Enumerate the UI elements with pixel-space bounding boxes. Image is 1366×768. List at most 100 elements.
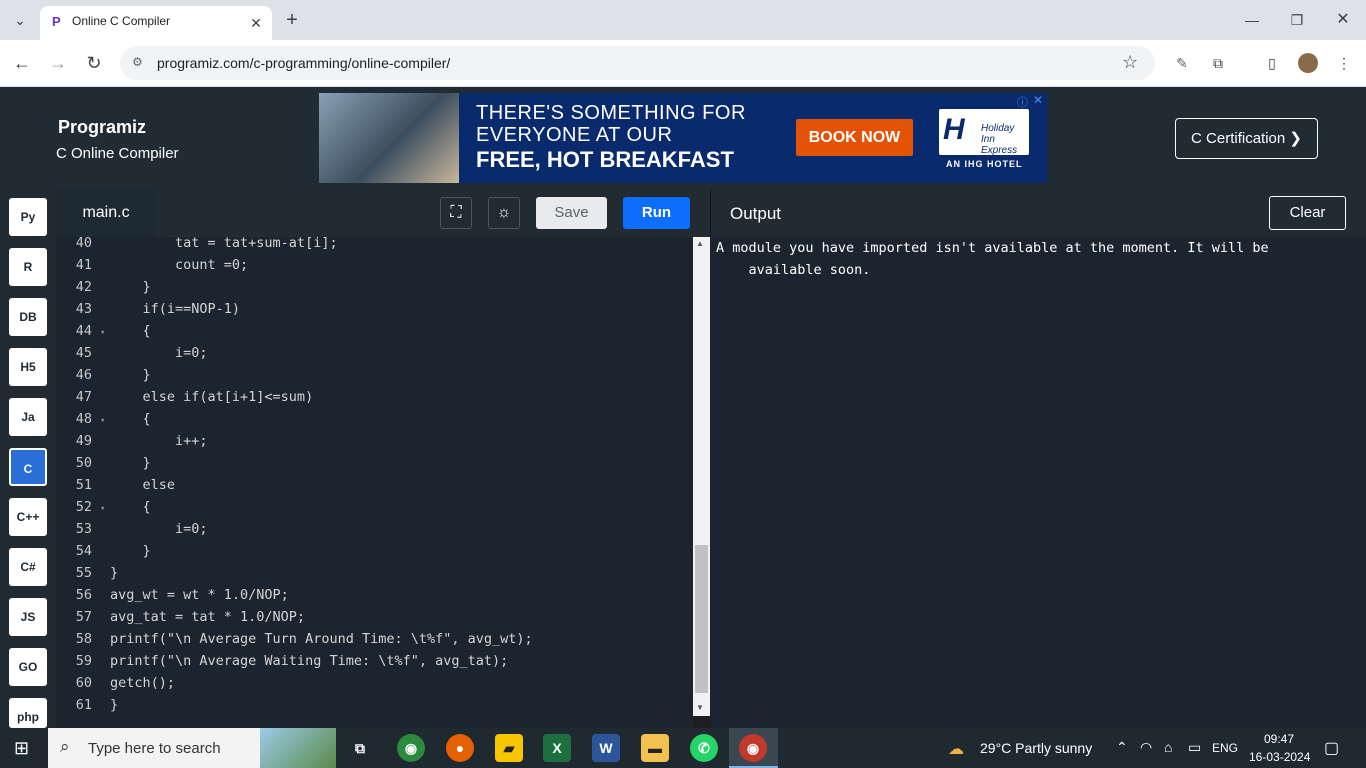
c-icon[interactable]: C [9, 448, 47, 486]
output-toolbar: Output Clear [710, 189, 1366, 237]
url-text[interactable]: programiz.com/c-programming/online-compi… [157, 55, 450, 71]
bookmark-star-icon[interactable]: ☆ [1122, 52, 1138, 73]
python-icon[interactable]: Py [9, 198, 47, 236]
editor-scrollbar[interactable]: ▲ ▼ [693, 237, 710, 716]
code-text: { [110, 411, 151, 427]
reload-icon[interactable]: ↻ [82, 51, 106, 75]
output-title: Output [730, 204, 782, 223]
save-button[interactable]: Save [536, 197, 607, 229]
code-line[interactable]: 57 avg_tat = tat * 1.0/NOP; [56, 606, 693, 628]
theme-toggle-icon[interactable]: ☼ [488, 197, 520, 229]
code-line[interactable]: 53 i=0; [56, 518, 693, 540]
code-line[interactable]: 48 ▾ { [56, 408, 693, 430]
site-info-icon[interactable]: ⚙ [132, 55, 143, 69]
code-line[interactable]: 58 printf("\n Average Turn Around Time: \… [56, 628, 693, 650]
code-line[interactable]: 45 i=0; [56, 342, 693, 364]
windows-start-icon[interactable]: ⊞ [14, 738, 29, 759]
php-icon[interactable]: php [9, 698, 47, 728]
ad-headline-bold: FREE, HOT BREAKFAST [476, 147, 734, 172]
java-icon[interactable]: Ja [9, 398, 47, 436]
code-line[interactable]: 47 else if(at[i+1]<=sum) [56, 386, 693, 408]
forward-icon[interactable]: → [46, 51, 70, 75]
weather-icon[interactable]: ☁ [948, 739, 964, 759]
browser-tab[interactable]: P Online C Compiler ✕ [40, 6, 272, 40]
side-panel-icon[interactable]: ▯ [1260, 51, 1284, 75]
scroll-up-icon[interactable]: ▲ [696, 239, 704, 248]
code-line[interactable]: 41 count =0; [56, 254, 693, 276]
javascript-icon[interactable]: JS [9, 598, 47, 636]
scrollbar-thumb[interactable] [695, 545, 708, 693]
onedrive-icon[interactable]: ⌂ [1164, 739, 1172, 755]
notifications-icon[interactable]: ▢ [1324, 738, 1339, 758]
taskbar-search[interactable]: ⌕ Type here to search [48, 728, 336, 768]
cpp-icon[interactable]: C++ [9, 498, 47, 536]
code-editor[interactable]: 40 tat = tat+sum-at[i]; 41 count =0; 42 } 4… [56, 235, 693, 728]
excel-icon[interactable]: X [543, 734, 571, 762]
new-tab-icon[interactable]: + [280, 8, 304, 32]
tray-chevron-icon[interactable]: ⌃ [1116, 739, 1128, 756]
file-tab-main-c[interactable]: main.c [56, 189, 156, 237]
code-line[interactable]: 59 printf("\n Average Waiting Time: \t%f"… [56, 650, 693, 672]
minimize-icon[interactable]: — [1240, 8, 1264, 32]
code-line[interactable]: 54 } [56, 540, 693, 562]
csharp-icon[interactable]: C# [9, 548, 47, 586]
active-chrome-app[interactable]: ◉ [729, 728, 778, 768]
go-icon[interactable]: GO [9, 648, 47, 686]
task-view-icon[interactable]: ⧉ [346, 734, 374, 762]
fullscreen-icon[interactable]: ⛶ [440, 197, 472, 229]
clock-date[interactable]: 16-03-2024 [1249, 750, 1310, 764]
clear-button[interactable]: Clear [1269, 196, 1346, 230]
ad-book-now-button[interactable]: BOOK NOW [796, 119, 913, 156]
sql-icon[interactable]: DB [9, 298, 47, 336]
weather-text[interactable]: 29°C Partly sunny [980, 740, 1092, 756]
clock-time[interactable]: 09:47 [1264, 732, 1294, 746]
word-icon[interactable]: W [592, 734, 620, 762]
code-line[interactable]: 40 tat = tat+sum-at[i]; [56, 232, 693, 254]
code-line[interactable]: 42 } [56, 276, 693, 298]
profile-avatar[interactable] [1298, 53, 1318, 73]
programiz-logo[interactable]: Programiz [58, 117, 146, 138]
fold-toggle-icon[interactable]: ▾ [100, 410, 110, 432]
html-icon[interactable]: H5 [9, 348, 47, 386]
output-console[interactable]: A module you have imported isn't availab… [710, 237, 1366, 728]
restore-icon[interactable]: ❐ [1285, 8, 1309, 32]
code-line[interactable]: 43 if(i==NOP-1) [56, 298, 693, 320]
wifi-icon[interactable]: ◠ [1140, 739, 1152, 756]
c-certification-button[interactable]: C Certification ❯ [1175, 118, 1318, 159]
code-text: { [110, 323, 151, 339]
whatsapp-icon[interactable]: ✆ [690, 734, 718, 762]
fold-toggle-icon[interactable]: ▾ [100, 498, 110, 520]
extension-icon[interactable]: ✎ [1170, 51, 1194, 75]
code-line[interactable]: 49 i++; [56, 430, 693, 452]
file-explorer-icon[interactable]: ▬ [641, 734, 669, 762]
code-line[interactable]: 60 getch(); [56, 672, 693, 694]
ad-close-icon[interactable]: ✕ [1033, 93, 1043, 107]
firefox-icon[interactable]: ● [446, 734, 474, 762]
site-header: Programiz C Online Compiler THERE'S SOME… [0, 87, 1366, 189]
code-line[interactable]: 55} [56, 562, 693, 584]
r-icon[interactable]: R [9, 248, 47, 286]
code-line[interactable]: 56 avg_wt = wt * 1.0/NOP; [56, 584, 693, 606]
ad-info-icon[interactable]: ⓘ [1017, 94, 1028, 110]
back-icon[interactable]: ← [10, 51, 34, 75]
code-line[interactable]: 50 } [56, 452, 693, 474]
puzzle-icon[interactable]: ⧉ [1206, 51, 1230, 75]
code-line[interactable]: 52 ▾ { [56, 496, 693, 518]
menu-icon[interactable]: ⋮ [1332, 51, 1356, 75]
fold-toggle-icon[interactable]: ▾ [100, 322, 110, 344]
code-line[interactable]: 61} [56, 694, 693, 716]
battery-icon[interactable]: ▭ [1188, 739, 1201, 756]
sticky-notes-icon[interactable]: ▰ [495, 734, 523, 762]
omnibox[interactable]: ⚙ programiz.com/c-programming/online-com… [120, 46, 1155, 80]
advertisement-banner[interactable]: THERE'S SOMETHING FOR EVERYONE AT OUR FR… [319, 93, 1047, 183]
run-button[interactable]: Run [623, 197, 690, 229]
tab-search-icon[interactable]: ⌄ [8, 8, 32, 32]
scroll-down-icon[interactable]: ▼ [696, 703, 704, 712]
close-tab-icon[interactable]: ✕ [244, 11, 268, 35]
language-indicator[interactable]: ENG [1212, 741, 1238, 755]
chrome-icon[interactable]: ◉ [397, 734, 425, 762]
code-line[interactable]: 46 } [56, 364, 693, 386]
code-line[interactable]: 51 else [56, 474, 693, 496]
close-window-icon[interactable]: ✕ [1331, 8, 1355, 32]
code-line[interactable]: 44 ▾ { [56, 320, 693, 342]
